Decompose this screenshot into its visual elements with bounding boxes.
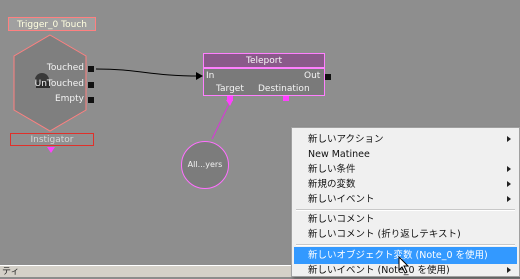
menu-item-label: 新しいイベント	[308, 194, 375, 205]
target-connector[interactable]	[227, 96, 233, 101]
destination-connector[interactable]	[283, 96, 289, 101]
submenu-arrow-icon	[507, 196, 511, 202]
output-untouched-label: UnTouched	[34, 79, 84, 89]
instigator-variable-link[interactable]: Instigator	[10, 133, 94, 146]
submenu-arrow-icon	[507, 181, 511, 187]
teleport-node-title[interactable]: Teleport	[203, 53, 325, 68]
menu-item-label: 新しいアクション	[308, 134, 384, 145]
status-bar: ティ	[0, 265, 291, 277]
teleport-target-label: Target	[216, 84, 244, 94]
output-empty-connector[interactable]	[88, 97, 94, 103]
output-untouched-connector[interactable]	[88, 82, 94, 88]
output-empty-label: Empty	[54, 94, 84, 104]
menu-item-label: 新規の変数	[308, 179, 356, 190]
output-touched-label: Touched	[46, 63, 84, 73]
event-node-title[interactable]: Trigger_0 Touch	[8, 17, 96, 31]
teleport-destination-label: Destination	[258, 84, 310, 94]
context-menu: 新しいアクション New Matinee 新しい条件 新規の変数 新しいイベント…	[291, 127, 520, 277]
teleport-output-connector[interactable]	[325, 74, 331, 80]
menu-item-label: 新しいコメント (折り返しテキスト)	[308, 229, 461, 240]
menu-item-new-comment-wrapped[interactable]: 新しいコメント (折り返しテキスト)	[294, 226, 517, 243]
menu-item-label: 新しいコメント	[308, 214, 375, 225]
menu-item-label: 新しい条件	[308, 164, 356, 175]
mouse-cursor-icon	[398, 256, 410, 274]
menu-item-new-event[interactable]: 新しいイベント	[294, 191, 517, 208]
instigator-link-arrow[interactable]	[47, 147, 57, 155]
output-touched-connector[interactable]	[88, 66, 94, 72]
teleport-output-label: Out	[304, 71, 321, 81]
teleport-input-label: In	[206, 71, 215, 81]
submenu-arrow-icon	[507, 267, 511, 273]
menu-item-label: New Matinee	[308, 149, 370, 160]
menu-item-label: 新しいイベント (Note_0 を使用)	[308, 265, 450, 276]
submenu-arrow-icon	[507, 136, 511, 142]
all-players-variable[interactable]: All...yers	[181, 141, 229, 189]
menu-separator	[296, 244, 515, 246]
submenu-arrow-icon	[507, 166, 511, 172]
